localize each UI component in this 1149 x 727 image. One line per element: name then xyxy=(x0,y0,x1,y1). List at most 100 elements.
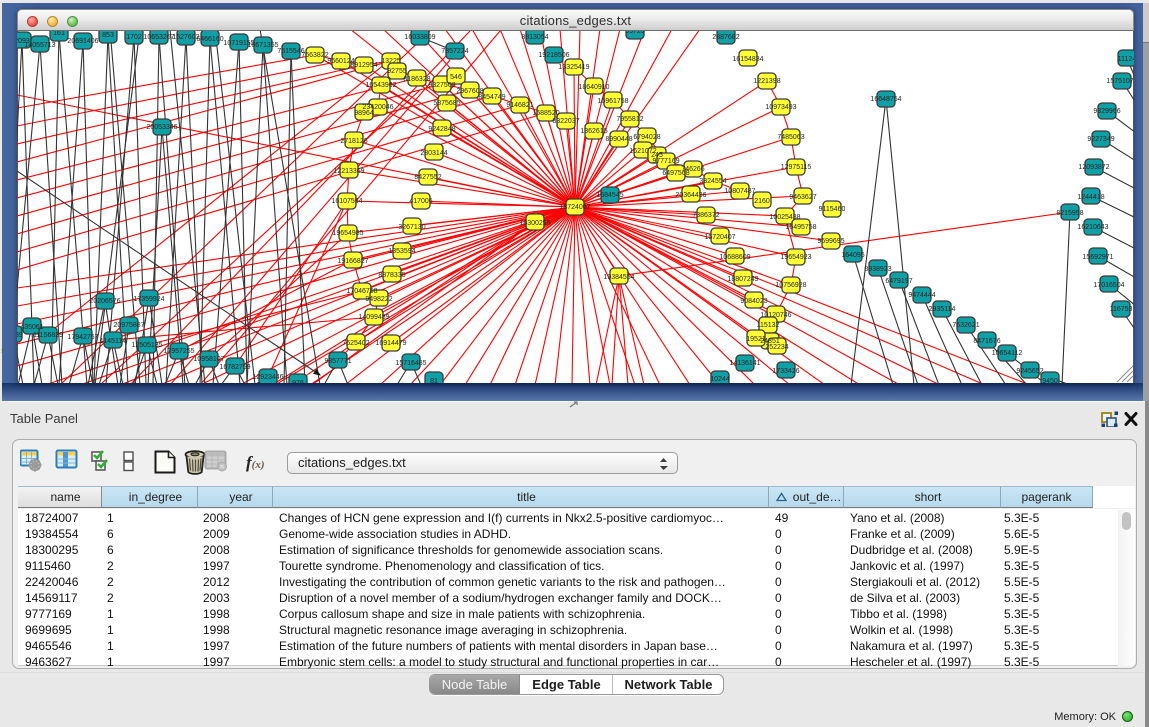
svg-text:9857771: 9857771 xyxy=(324,358,351,365)
svg-text:6794028: 6794028 xyxy=(633,134,660,141)
svg-text:9699695: 9699695 xyxy=(817,238,844,245)
svg-text:7663822: 7663822 xyxy=(301,52,328,59)
svg-text:20364436: 20364436 xyxy=(675,192,706,199)
svg-text:19521: 19521 xyxy=(746,336,766,343)
svg-text:9498222: 9498222 xyxy=(365,296,392,303)
svg-text:8471676: 8471676 xyxy=(973,338,1000,345)
svg-text:116753: 116753 xyxy=(1110,306,1133,313)
svg-text:1221398: 1221398 xyxy=(753,78,780,85)
svg-text:2887682: 2887682 xyxy=(712,34,739,41)
svg-text:14136141: 14136141 xyxy=(729,360,760,367)
svg-text:10958107: 10958107 xyxy=(193,356,224,363)
svg-text:1584545: 1584545 xyxy=(596,192,623,199)
svg-text:12213369: 12213369 xyxy=(333,168,364,175)
svg-text:19166827: 19166827 xyxy=(337,258,368,265)
svg-text:164095: 164095 xyxy=(841,252,864,259)
svg-text:8813054: 8813054 xyxy=(521,34,548,41)
svg-text:11156829: 11156829 xyxy=(33,332,63,339)
svg-text:8990448: 8990448 xyxy=(605,136,632,143)
svg-text:16543962: 16543962 xyxy=(365,82,396,89)
svg-text:16671355: 16671355 xyxy=(247,42,278,49)
svg-text:8186328: 8186328 xyxy=(403,76,430,83)
svg-text:39139: 39139 xyxy=(17,332,23,339)
svg-text:2160: 2160 xyxy=(754,198,770,205)
svg-text:1244418: 1244418 xyxy=(1077,194,1104,201)
svg-text:417006: 417006 xyxy=(409,198,432,205)
svg-text:2718126: 2718126 xyxy=(340,138,367,145)
svg-text:9450: 9450 xyxy=(1042,378,1058,383)
svg-text:9777169: 9777169 xyxy=(652,158,679,165)
svg-text:10973493: 10973493 xyxy=(765,104,796,111)
svg-text:16107554: 16107554 xyxy=(331,198,362,205)
svg-text:20053346: 20053346 xyxy=(146,124,177,131)
svg-text:16033809: 16033809 xyxy=(404,34,435,41)
svg-text:20975887: 20975887 xyxy=(113,322,144,329)
svg-text:92755: 92755 xyxy=(387,68,407,75)
svg-text:1702: 1702 xyxy=(126,34,142,41)
svg-text:14055713: 14055713 xyxy=(24,42,55,49)
svg-text:8322037: 8322037 xyxy=(552,118,579,125)
svg-text:7625402: 7625402 xyxy=(342,340,369,347)
svg-text:17016504: 17016504 xyxy=(1093,282,1124,289)
svg-text:1362615: 1362615 xyxy=(580,128,607,135)
svg-text:18724007: 18724007 xyxy=(559,204,590,211)
svg-text:8878335: 8878335 xyxy=(378,272,405,279)
svg-text:6466160: 6466160 xyxy=(196,36,223,43)
svg-text:3267130: 3267130 xyxy=(398,224,425,231)
svg-text:9245652: 9245652 xyxy=(1016,368,1043,375)
svg-text:6479197: 6479197 xyxy=(885,278,912,285)
svg-text:8215958: 8215958 xyxy=(1056,210,1083,217)
svg-text:18300295: 18300295 xyxy=(519,220,550,227)
svg-text:1733426: 1733426 xyxy=(772,368,799,375)
svg-text:9227349: 9227349 xyxy=(1087,136,1114,143)
svg-text:15716485: 15716485 xyxy=(395,360,426,367)
svg-text:1353594: 1353594 xyxy=(388,248,415,255)
svg-text:853: 853 xyxy=(102,32,114,39)
svg-text:16782759: 16782759 xyxy=(219,364,250,371)
svg-text:12093872: 12093872 xyxy=(1078,164,1109,171)
svg-text:19654923: 19654923 xyxy=(780,254,811,261)
svg-text:7485063: 7485063 xyxy=(777,134,804,141)
svg-text:11124: 11124 xyxy=(1118,56,1134,63)
svg-text:16154834: 16154834 xyxy=(732,56,763,63)
svg-text:12505135: 12505135 xyxy=(131,342,162,349)
svg-text:95723: 95723 xyxy=(625,31,645,35)
svg-text:9115460: 9115460 xyxy=(819,206,846,213)
svg-text:16961758: 16961758 xyxy=(597,98,628,105)
svg-text:10654112: 10654112 xyxy=(992,350,1023,357)
svg-text:115132: 115132 xyxy=(757,322,780,329)
svg-text:13225: 13225 xyxy=(381,58,401,65)
svg-text:10653267: 10653267 xyxy=(143,34,174,41)
svg-text:12975115: 12975115 xyxy=(781,164,812,171)
svg-text:18807249: 18807249 xyxy=(727,276,758,283)
svg-text:7386372: 7386372 xyxy=(692,212,719,219)
svg-text:3824554: 3824554 xyxy=(699,178,726,185)
svg-text:10756928: 10756928 xyxy=(775,282,806,289)
svg-text:16648754: 16648754 xyxy=(870,96,901,103)
svg-text:8427552: 8427552 xyxy=(414,174,441,181)
svg-text:7632621: 7632621 xyxy=(952,322,979,329)
svg-text:9146821: 9146821 xyxy=(506,102,533,109)
svg-text:15720407: 15720407 xyxy=(704,234,735,241)
svg-text:1145114: 1145114 xyxy=(100,338,126,345)
svg-text:8912954: 8912954 xyxy=(350,62,377,69)
svg-text:10025438: 10025438 xyxy=(769,214,800,221)
svg-text:17046758: 17046758 xyxy=(346,288,377,295)
svg-text:16495758: 16495758 xyxy=(785,224,816,231)
svg-text:2935114: 2935114 xyxy=(929,306,956,313)
svg-text:6497568: 6497568 xyxy=(662,170,689,177)
svg-text:16914479: 16914479 xyxy=(375,340,406,347)
svg-text:14099489: 14099489 xyxy=(358,314,389,321)
svg-text:435061: 435061 xyxy=(20,324,43,331)
svg-text:9329966: 9329966 xyxy=(1093,108,1120,115)
svg-text:17957255: 17957255 xyxy=(163,348,194,355)
svg-text:7357224: 7357224 xyxy=(441,48,468,55)
svg-text:9242848: 9242848 xyxy=(428,126,455,133)
svg-text:8938923: 8938923 xyxy=(864,266,891,273)
svg-text:252234: 252234 xyxy=(765,344,788,351)
svg-text:546: 546 xyxy=(450,74,462,81)
svg-text:18640910: 18640910 xyxy=(578,84,609,91)
svg-text:16210643: 16210643 xyxy=(1077,224,1108,231)
svg-text:8454749: 8454749 xyxy=(478,94,505,101)
svg-text:19218506: 19218506 xyxy=(538,52,569,59)
